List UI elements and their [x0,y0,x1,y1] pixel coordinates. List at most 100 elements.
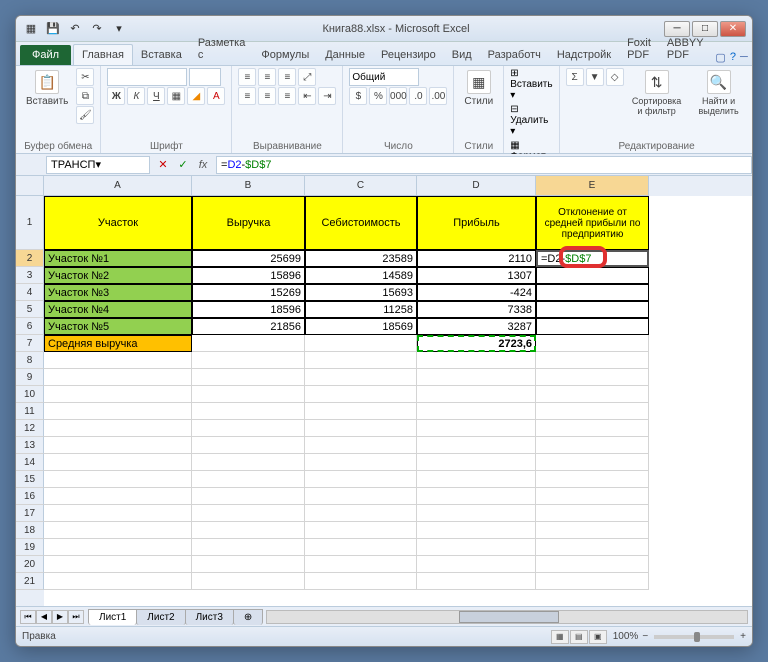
orientation-icon[interactable]: ⤢ [298,68,316,86]
col-header[interactable]: D [417,176,536,196]
number-format-select[interactable] [349,68,419,86]
cell[interactable] [192,386,305,403]
workbook-minimize-icon[interactable]: ─ [740,49,748,65]
cell[interactable] [305,539,417,556]
cell[interactable]: Средняя выручка [44,335,192,352]
cell[interactable] [192,437,305,454]
paste-button[interactable]: 📋 Вставить [22,68,72,109]
cell[interactable]: 25699 [192,250,305,267]
minimize-ribbon-icon[interactable]: ▢ [715,49,725,65]
cell[interactable] [305,403,417,420]
row-header[interactable]: 5 [16,301,44,318]
row-header[interactable]: 16 [16,488,44,505]
cell[interactable]: Участок №3 [44,284,192,301]
cell[interactable]: 7338 [417,301,536,318]
cell[interactable] [417,369,536,386]
cell[interactable]: Себистоимость [305,196,417,250]
sheet-tab[interactable]: Лист3 [185,609,234,625]
cell[interactable] [417,454,536,471]
currency-icon[interactable]: $ [349,87,367,105]
underline-icon[interactable]: Ч [147,87,165,105]
cell[interactable] [305,369,417,386]
cell[interactable] [417,403,536,420]
cell[interactable] [192,335,305,352]
cell[interactable] [192,505,305,522]
cell[interactable]: -424 [417,284,536,301]
cell[interactable] [536,301,649,318]
row-header[interactable]: 15 [16,471,44,488]
cell[interactable] [417,556,536,573]
cell[interactable] [192,522,305,539]
cell[interactable] [44,505,192,522]
cell[interactable] [305,420,417,437]
cell[interactable] [305,505,417,522]
tab-view[interactable]: Вид [444,45,480,65]
cell[interactable] [536,539,649,556]
row-header[interactable]: 21 [16,573,44,590]
autosum-icon[interactable]: Σ [566,68,584,86]
undo-icon[interactable]: ↶ [66,20,84,38]
sheet-nav-prev-icon[interactable]: ◀ [36,610,52,624]
row-header[interactable]: 18 [16,522,44,539]
cell[interactable] [44,556,192,573]
row-header[interactable]: 8 [16,352,44,369]
row-header[interactable]: 2 [16,250,44,267]
cell[interactable] [417,573,536,590]
cell[interactable]: Участок [44,196,192,250]
fx-icon[interactable]: fx [194,156,212,174]
cell[interactable] [44,437,192,454]
cell[interactable] [192,369,305,386]
cell[interactable] [44,471,192,488]
zoom-in-icon[interactable]: + [740,631,746,642]
tab-home[interactable]: Главная [73,44,133,65]
cell[interactable] [536,505,649,522]
view-pagebreak-icon[interactable]: ▣ [589,630,607,644]
row-header[interactable]: 10 [16,386,44,403]
cell[interactable] [192,352,305,369]
cell[interactable]: 18569 [305,318,417,335]
cell[interactable] [192,539,305,556]
percent-icon[interactable]: % [369,87,387,105]
cell[interactable]: Участок №2 [44,267,192,284]
cell[interactable] [44,386,192,403]
cell[interactable] [192,556,305,573]
cell[interactable] [192,488,305,505]
row-header[interactable]: 17 [16,505,44,522]
cell[interactable] [44,539,192,556]
cell[interactable] [305,556,417,573]
border-icon[interactable]: ▦ [167,87,185,105]
cell[interactable]: 15896 [192,267,305,284]
workbook-restore-icon[interactable]: ❐ [752,49,753,65]
row-header[interactable]: 9 [16,369,44,386]
row-header[interactable]: 20 [16,556,44,573]
cell[interactable] [536,454,649,471]
cell[interactable] [536,403,649,420]
row-header[interactable]: 7 [16,335,44,352]
cell[interactable] [536,471,649,488]
view-normal-icon[interactable]: ▦ [551,630,569,644]
cell[interactable] [305,573,417,590]
cell[interactable] [305,386,417,403]
cell[interactable] [192,454,305,471]
cell[interactable] [305,522,417,539]
cell[interactable] [417,488,536,505]
cut-icon[interactable]: ✂ [76,68,94,86]
cell[interactable] [305,352,417,369]
cell[interactable]: Отклонение от средней прибыли по предпри… [536,196,649,250]
cell[interactable] [305,437,417,454]
cell[interactable] [536,284,649,301]
align-center-icon[interactable]: ≡ [258,87,276,105]
row-header[interactable]: 11 [16,403,44,420]
enter-formula-icon[interactable]: ✓ [174,156,192,174]
col-header[interactable]: E [536,176,649,196]
col-header[interactable]: B [192,176,305,196]
format-painter-icon[interactable]: 🖌 [76,106,94,124]
sheet-nav-next-icon[interactable]: ▶ [52,610,68,624]
select-all-corner[interactable] [16,176,44,196]
cell[interactable] [417,420,536,437]
cell[interactable] [536,267,649,284]
cell[interactable]: 18596 [192,301,305,318]
cell[interactable] [417,505,536,522]
save-icon[interactable]: 💾 [44,20,62,38]
cell[interactable]: Участок №5 [44,318,192,335]
